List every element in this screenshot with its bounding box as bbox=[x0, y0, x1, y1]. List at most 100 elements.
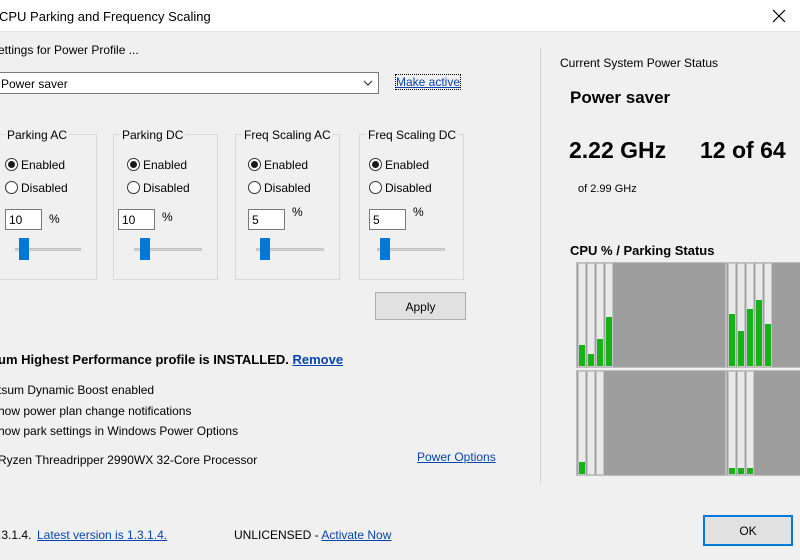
radio-circle bbox=[5, 181, 18, 194]
cpu-core bbox=[746, 263, 754, 367]
close-icon[interactable] bbox=[772, 9, 786, 23]
cpu-core bbox=[764, 263, 772, 367]
latest-version-link[interactable]: Latest version is 1.3.1.4. bbox=[37, 528, 167, 542]
ok-button-label: OK bbox=[739, 524, 757, 538]
percent-label: % bbox=[413, 205, 424, 219]
version-label: .3.1.4. bbox=[0, 528, 32, 542]
ultimate-profile-notice: um Highest Performance profile is INSTAL… bbox=[0, 352, 343, 367]
input-value: 10 bbox=[122, 213, 136, 227]
processor-name: Ryzen Threadripper 2990WX 32-Core Proces… bbox=[0, 453, 258, 467]
license-status: UNLICENSED - Activate Now bbox=[234, 528, 391, 542]
parking-ac-disabled-radio[interactable]: Disabled bbox=[5, 180, 85, 196]
license-text: UNLICENSED - bbox=[234, 528, 322, 542]
radio-label: Enabled bbox=[385, 158, 430, 172]
window-title: CPU Parking and Frequency Scaling bbox=[0, 9, 211, 24]
cpu-panel-node-3 bbox=[576, 370, 726, 476]
parking-dc-enabled-radio[interactable]: Enabled bbox=[127, 157, 207, 173]
percent-label: % bbox=[292, 205, 303, 219]
cpu-core bbox=[578, 263, 586, 367]
profile-select[interactable]: Power saver bbox=[0, 72, 379, 94]
cpu-panel-node-1 bbox=[576, 262, 726, 368]
cpu-core-usage bbox=[729, 468, 735, 474]
power-options-link[interactable]: Power Options bbox=[417, 450, 496, 464]
freq-dc-disabled-radio[interactable]: Disabled bbox=[369, 180, 449, 196]
cpu-panel-node-4 bbox=[726, 370, 800, 476]
divider bbox=[540, 48, 541, 484]
radio-circle bbox=[127, 181, 140, 194]
radio-label: Disabled bbox=[264, 181, 311, 195]
cpu-core-usage bbox=[588, 354, 594, 366]
radio-label: Enabled bbox=[21, 158, 66, 172]
cpu-core bbox=[596, 371, 604, 475]
group-freq-scaling-dc: Freq Scaling DC Enabled Disabled 5 % bbox=[359, 128, 464, 280]
parking-ac-slider-thumb[interactable] bbox=[19, 238, 29, 260]
radio-circle bbox=[248, 158, 261, 171]
cpu-core bbox=[605, 263, 613, 367]
status-max-frequency: of 2.99 GHz bbox=[578, 183, 637, 195]
cpu-core bbox=[587, 371, 595, 475]
freq-ac-disabled-radio[interactable]: Disabled bbox=[248, 180, 328, 196]
option-plan-notifications[interactable]: how power plan change notifications bbox=[0, 404, 191, 418]
ultimate-profile-text: um Highest Performance profile is INSTAL… bbox=[0, 352, 289, 367]
cpu-core-usage bbox=[579, 345, 585, 366]
input-value: 5 bbox=[252, 213, 259, 227]
status-label: Current System Power Status bbox=[560, 56, 719, 70]
group-parking-dc: Parking DC Enabled Disabled 10 % bbox=[113, 128, 218, 280]
freq-dc-slider-thumb[interactable] bbox=[380, 238, 390, 260]
radio-label: Disabled bbox=[21, 181, 68, 195]
cpu-core-usage bbox=[747, 309, 753, 366]
radio-label: Enabled bbox=[143, 158, 188, 172]
input-value: 10 bbox=[9, 213, 23, 227]
parking-ac-value-input[interactable]: 10 bbox=[5, 209, 42, 230]
cpu-core-usage bbox=[765, 324, 771, 366]
cpu-core-usage bbox=[747, 468, 753, 474]
chevron-down-icon bbox=[363, 80, 373, 86]
cpu-status-label: CPU % / Parking Status bbox=[570, 243, 715, 258]
freq-ac-enabled-radio[interactable]: Enabled bbox=[248, 157, 328, 173]
group-legend: Freq Scaling DC bbox=[366, 128, 459, 142]
apply-button[interactable]: Apply bbox=[375, 292, 466, 320]
profile-section-label: ettings for Power Profile ... bbox=[0, 43, 139, 57]
profile-select-value: Power saver bbox=[1, 77, 68, 91]
status-active-cores: 12 of 64 bbox=[700, 137, 786, 163]
cpu-core-usage bbox=[606, 317, 612, 366]
parking-dc-value-input[interactable]: 10 bbox=[118, 209, 155, 230]
radio-label: Disabled bbox=[385, 181, 432, 195]
cpu-core-usage bbox=[738, 331, 744, 366]
cpu-panel-node-2 bbox=[726, 262, 800, 368]
group-legend: Parking DC bbox=[120, 128, 186, 142]
cpu-core-usage bbox=[738, 468, 744, 474]
apply-button-label: Apply bbox=[405, 300, 436, 314]
parking-ac-enabled-radio[interactable]: Enabled bbox=[5, 157, 85, 173]
cpu-core bbox=[578, 371, 586, 475]
activate-now-link[interactable]: Activate Now bbox=[321, 528, 391, 542]
option-dynamic-boost[interactable]: tsum Dynamic Boost enabled bbox=[0, 383, 154, 397]
group-legend: Freq Scaling AC bbox=[242, 128, 333, 142]
freq-ac-value-input[interactable]: 5 bbox=[248, 209, 285, 230]
ok-button[interactable]: OK bbox=[703, 515, 793, 546]
cpu-core bbox=[728, 263, 736, 367]
radio-circle bbox=[5, 158, 18, 171]
radio-circle bbox=[127, 158, 140, 171]
radio-circle bbox=[369, 181, 382, 194]
status-frequency: 2.22 GHz bbox=[569, 137, 667, 163]
radio-label: Disabled bbox=[143, 181, 190, 195]
cpu-core bbox=[587, 263, 595, 367]
parking-dc-disabled-radio[interactable]: Disabled bbox=[127, 180, 207, 196]
cpu-core bbox=[746, 371, 754, 475]
freq-ac-slider-thumb[interactable] bbox=[260, 238, 270, 260]
radio-circle bbox=[369, 158, 382, 171]
percent-label: % bbox=[162, 210, 173, 224]
make-active-link[interactable]: Make active bbox=[394, 74, 462, 90]
cpu-core bbox=[596, 263, 604, 367]
group-legend: Parking AC bbox=[5, 128, 70, 142]
option-park-settings[interactable]: how park settings in Windows Power Optio… bbox=[0, 424, 238, 438]
freq-dc-value-input[interactable]: 5 bbox=[369, 209, 406, 230]
freq-dc-enabled-radio[interactable]: Enabled bbox=[369, 157, 449, 173]
cpu-core bbox=[755, 263, 763, 367]
cpu-core bbox=[737, 371, 745, 475]
cpu-core bbox=[737, 263, 745, 367]
parking-dc-slider-thumb[interactable] bbox=[140, 238, 150, 260]
percent-label: % bbox=[49, 212, 60, 226]
remove-link[interactable]: Remove bbox=[293, 352, 344, 367]
